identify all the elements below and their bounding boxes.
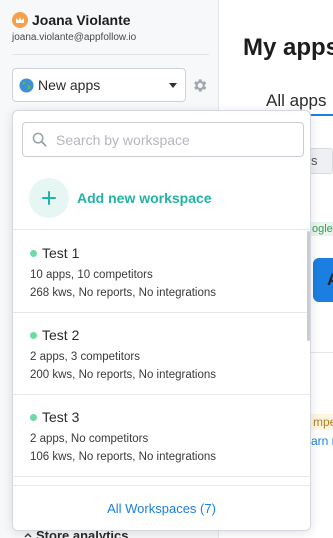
user-email: joana.violante@appfollow.io [12,32,137,43]
scrollbar[interactable] [307,231,310,341]
page-title: My apps [243,34,333,61]
search-input[interactable] [56,131,286,148]
workspace-apps: 2 apps, 3 competitors [30,351,140,363]
status-dot [30,413,37,421]
globe-icon [19,77,34,93]
workspace-item-test-3[interactable]: Test 3 2 apps, No competitors 106 kws, N… [13,394,310,476]
competitors-notice: mpe [311,414,333,430]
status-dot [30,331,37,339]
status-dot [30,249,37,257]
app-name[interactable]: A [327,270,333,290]
workspace-info: 200 kws, No reports, No integrations [30,369,217,381]
gear-icon[interactable] [191,77,208,94]
workspace-name: Test 2 [42,327,80,343]
add-workspace-label: Add new workspace [77,190,212,206]
workspace-name: Test 3 [42,409,80,425]
caret-down-icon [169,82,177,88]
user-block: Joana Violante joana.violante@appfollow.… [12,12,136,43]
workspace-info: 106 kws, No reports, No integrations [30,451,217,463]
divider [13,476,310,477]
all-workspaces-link[interactable]: All Workspaces (7) [107,501,216,516]
learn-more-link[interactable]: arn m [311,434,333,448]
dropdown-footer: All Workspaces (7) [13,485,310,530]
workspace-apps: 2 apps, No competitors [30,433,149,445]
add-workspace-button[interactable]: Add new workspace [29,178,212,218]
divider [12,54,209,55]
workspace-apps: 10 apps, 10 competitors [30,269,153,281]
search-icon [32,132,47,147]
chevron-up-icon [24,532,32,538]
tab-all-apps[interactable]: All apps [266,91,326,111]
user-name: Joana Violante [32,12,131,28]
workspace-item-test-1[interactable]: Test 1 10 apps, 10 competitors 268 kws, … [13,230,310,312]
workspace-item-test-2[interactable]: Test 2 2 apps, 3 competitors 200 kws, No… [13,312,310,394]
workspace-select-value: New apps [38,77,101,93]
store-badge: ogle [309,222,333,236]
workspace-select[interactable]: New apps [12,68,186,102]
plus-icon [29,178,69,218]
crown-icon [12,12,28,28]
workspace-name: Test 1 [42,245,80,261]
workspace-info: 268 kws, No reports, No integrations [30,287,217,299]
workspace-dropdown: Add new workspace Test 1 10 apps, 10 com… [12,110,311,531]
search-box[interactable] [22,122,304,157]
